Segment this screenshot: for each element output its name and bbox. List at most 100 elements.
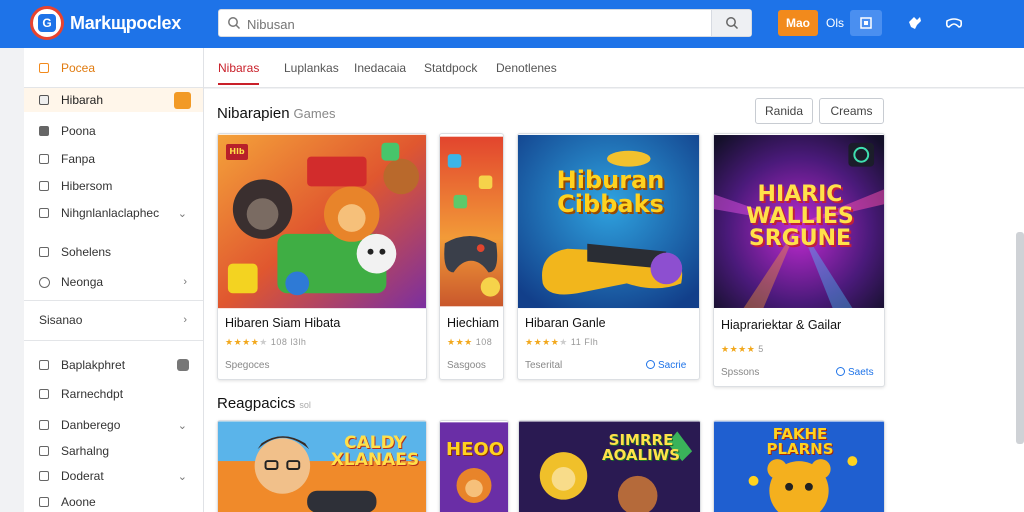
- sidebar-item-label: Danberego: [61, 418, 121, 432]
- section-title: Reagpacics sol: [217, 395, 311, 412]
- top-link[interactable]: Ols: [826, 16, 844, 30]
- square-icon: [39, 181, 49, 191]
- sidebar-item-label: Poona: [61, 124, 96, 138]
- square-icon: [39, 471, 49, 481]
- sidebar-item-sarhalng[interactable]: Sarhalng: [24, 440, 203, 462]
- sidebar-item-label: Pocea: [61, 61, 96, 75]
- lock-icon: [177, 359, 189, 371]
- search-bar: [218, 9, 752, 37]
- game-card[interactable]: Hlb Hibaren Siam Hibata ★★★★★ 108 l3lh Sp…: [217, 133, 427, 380]
- square-icon: [39, 360, 49, 370]
- sidebar: Pocea Hibarah Poona Fanpa Hibersom Nihgn…: [24, 48, 204, 512]
- tab-bar: Nibaras Luplankas Inedacaia Statdpock De…: [204, 48, 1024, 88]
- controller-icon[interactable]: [944, 13, 964, 33]
- orange-action-button[interactable]: Mao: [778, 10, 818, 36]
- sidebar-item-label: Nihgnlanlaclaphec: [61, 206, 160, 220]
- sidebar-item-label: Neonga: [61, 275, 104, 289]
- logo[interactable]: G Markщpoclex: [30, 6, 181, 40]
- square-icon: [39, 126, 49, 136]
- sidebar-item-hibersom[interactable]: Hibersom: [24, 175, 203, 197]
- sidebar-item-nihgnlan[interactable]: Nihgnlanlaclaphec ⌄: [24, 202, 203, 224]
- game-card-image: [218, 134, 426, 309]
- sidebar-item-sisanao[interactable]: Sisanao ›: [24, 309, 203, 331]
- badge-icon: [174, 91, 191, 109]
- puzzle-icon[interactable]: [905, 13, 925, 33]
- app-name: Markщpoclex: [70, 12, 181, 33]
- search-button[interactable]: [711, 10, 751, 36]
- sidebar-item-pocea[interactable]: Pocea: [24, 56, 203, 80]
- tab-statdpock[interactable]: Statdpock: [424, 61, 477, 75]
- main-content: Nibarapien Games Ranida Creams Hlb Hibare…: [204, 89, 1024, 512]
- search-input[interactable]: [247, 14, 717, 34]
- divider: [24, 340, 203, 341]
- sidebar-item-danberego[interactable]: Danberego ⌄: [24, 414, 203, 436]
- rating-stars: ★★★★ 5: [721, 344, 764, 354]
- sidebar-item-label: Sohelens: [61, 245, 112, 259]
- game-card[interactable]: HIARIC WALLIES SRGUNE Hiaprariektar & Ga…: [713, 133, 885, 387]
- chevron-right-icon: ›: [183, 314, 187, 326]
- tab-luplankas[interactable]: Luplankas: [284, 61, 339, 75]
- game-card[interactable]: SIMRRE AOALIWS: [518, 420, 701, 512]
- square-icon: [39, 497, 49, 507]
- tab-nibaras[interactable]: Nibaras: [218, 61, 260, 85]
- window-icon-button[interactable]: [850, 10, 882, 36]
- sidebar-item-label: Rarnechdpt: [61, 387, 124, 401]
- card-meta: Spegoces: [225, 360, 270, 371]
- sidebar-item-label: Doderat: [61, 469, 104, 483]
- sidebar-item-baplakphret[interactable]: Baplakphret: [24, 354, 203, 376]
- sidebar-item-label: Hibersom: [61, 179, 113, 193]
- sidebar-item-doderat[interactable]: Doderat ⌄: [24, 465, 203, 487]
- card-art-title: HEOO: [446, 439, 504, 460]
- card-art-title: HIARIC WALLIES SRGUNE: [746, 182, 854, 251]
- game-card[interactable]: FAKHE PLARNS: [713, 420, 885, 512]
- sidebar-item-sohelens[interactable]: Sohelens: [24, 241, 203, 263]
- sidebar-item-poona[interactable]: Poona: [24, 120, 203, 142]
- game-card[interactable]: CALDY XLANAES: [217, 420, 427, 512]
- chevron-down-icon: ⌄: [177, 470, 187, 483]
- card-title: Hibaran Ganle: [525, 316, 606, 330]
- game-card-image: [440, 422, 508, 512]
- card-art-title: SIMRRE AOALIWS: [601, 431, 681, 464]
- sidebar-item-label: Baplakphret: [61, 358, 126, 372]
- circle-icon: [39, 276, 50, 288]
- square-icon: [39, 389, 49, 399]
- game-card[interactable]: HEOO: [439, 420, 509, 512]
- sidebar-item-rarnechdpt[interactable]: Rarnechdpt: [24, 383, 203, 405]
- square-icon: [39, 420, 49, 430]
- sidebar-item-hibarah[interactable]: Hibarah: [24, 88, 203, 112]
- rating-stars: ★★★ 108: [447, 337, 493, 347]
- sidebar-item-fanpa[interactable]: Fanpa: [24, 148, 203, 170]
- tab-inedacaia[interactable]: Inedacaia: [354, 61, 406, 75]
- card-meta: Teserital: [525, 360, 563, 371]
- sidebar-item-aoone[interactable]: Aoone: [24, 491, 203, 512]
- square-icon: [39, 247, 49, 257]
- card-meta: Spssons: [721, 367, 760, 378]
- sidebar-item-label: Aoone: [61, 495, 96, 509]
- search-icon: [228, 17, 241, 30]
- game-card-image: [440, 136, 503, 307]
- create-button[interactable]: Creams: [819, 98, 884, 124]
- sidebar-item-label: Hibarah: [61, 93, 104, 107]
- sidebar-item-label: Fanpa: [61, 152, 96, 166]
- folder-icon: [39, 95, 49, 105]
- card-art-title: FAKHE PLARNS: [766, 425, 834, 458]
- search-icon: [725, 17, 738, 30]
- sidebar-item-neonga[interactable]: Neonga ›: [24, 271, 203, 293]
- sidebar-item-label: Sisanao: [39, 313, 83, 327]
- card-art-title: CALDY XLANAES: [330, 433, 420, 470]
- window-icon: [860, 17, 872, 29]
- divider: [24, 300, 203, 301]
- card-title: Hiechiam: [447, 316, 500, 330]
- square-icon: [39, 63, 49, 73]
- card-link[interactable]: Sacrie: [646, 360, 686, 371]
- filter-button[interactable]: Ranida: [755, 98, 813, 124]
- game-card[interactable]: Hiburan Cibbaks Hibaran Ganle ★★★★★ 11 Fl…: [517, 133, 700, 380]
- square-icon: [39, 446, 49, 456]
- game-card[interactable]: Hiechiam ★★★ 108 Sasgoos: [439, 133, 504, 380]
- scrollbar[interactable]: [1016, 232, 1024, 444]
- chevron-down-icon: ⌄: [177, 419, 187, 432]
- card-link[interactable]: Saets: [836, 367, 874, 378]
- card-art-title: Hiburan Cibbaks: [556, 166, 665, 218]
- tab-denotlenes[interactable]: Denotlenes: [496, 61, 557, 75]
- game-card-image: [518, 134, 699, 309]
